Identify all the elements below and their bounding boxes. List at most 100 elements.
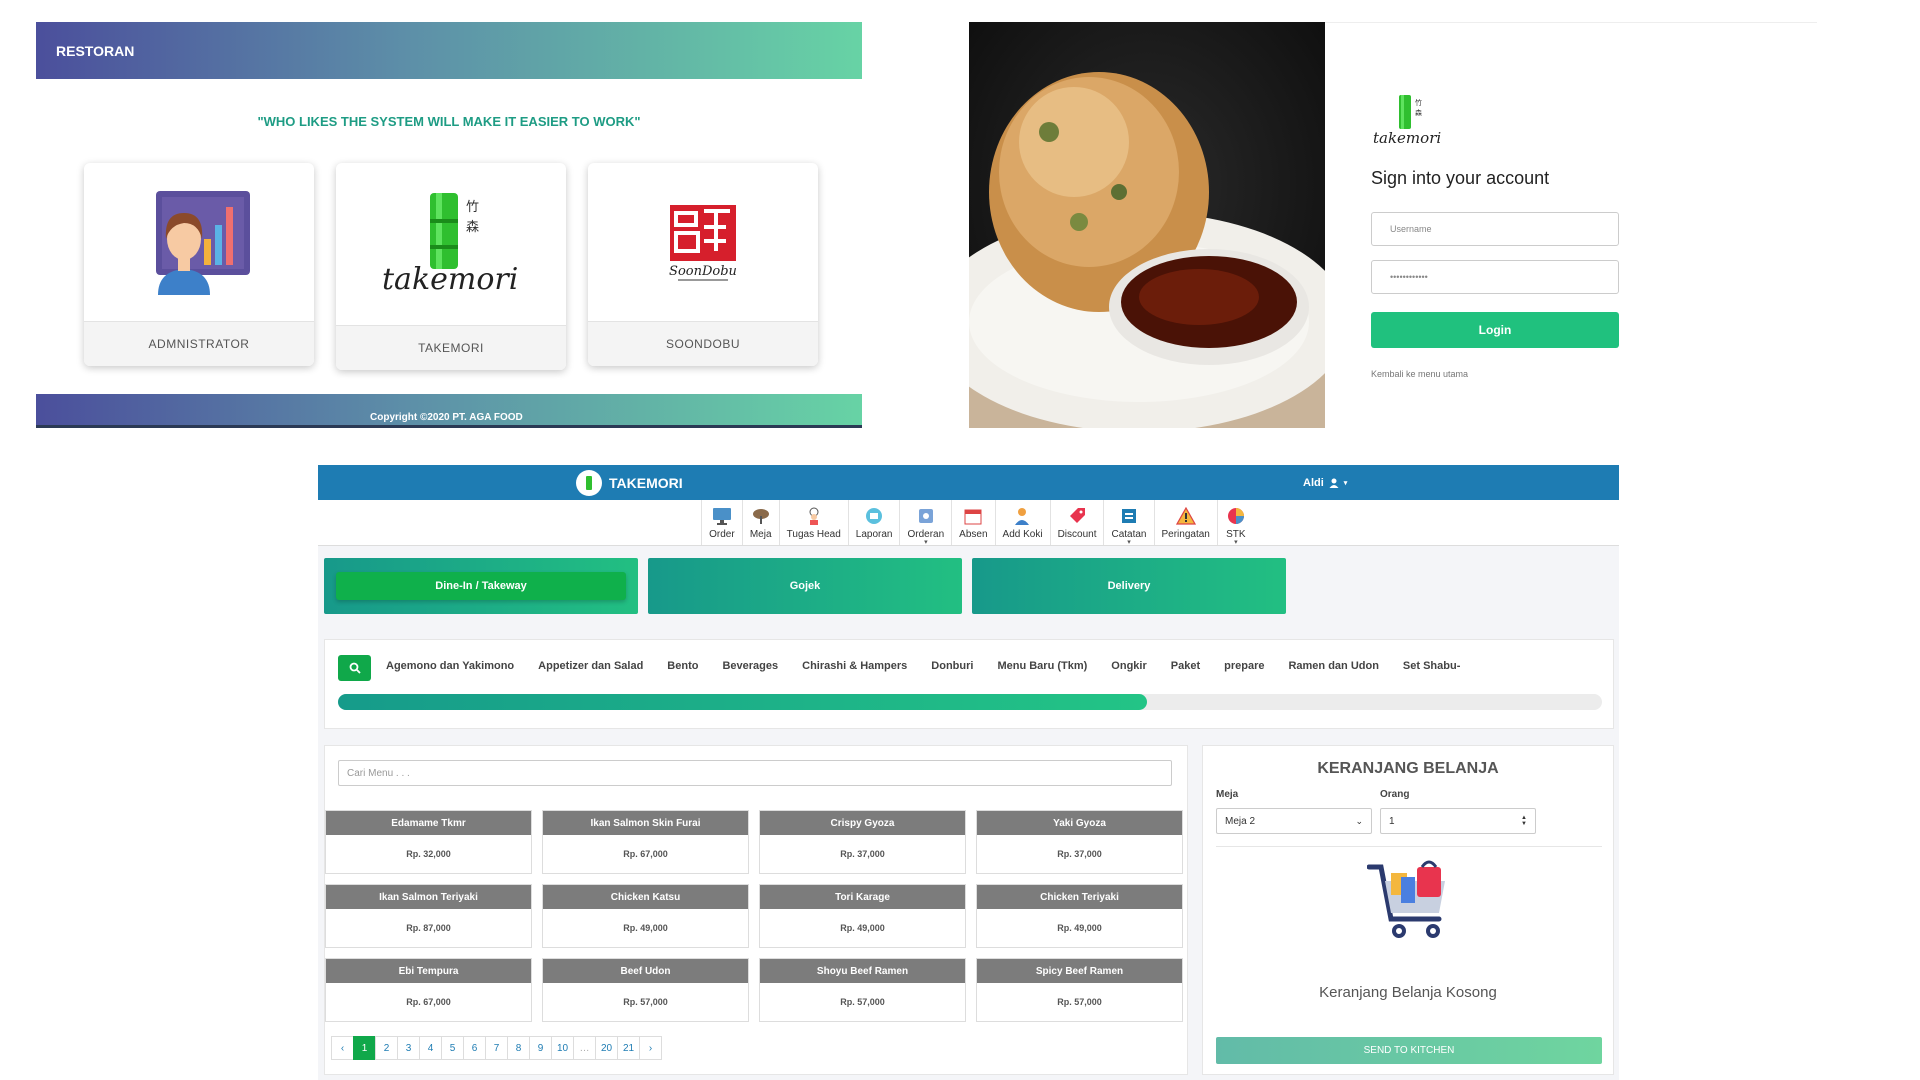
brand-logo-icon	[576, 469, 602, 496]
page-button[interactable]: 8	[507, 1036, 530, 1060]
orang-stepper[interactable]: 1 ▲ ▼	[1380, 808, 1536, 834]
nav-item-orderan[interactable]: Orderan ▾	[899, 500, 951, 546]
menu-item-card[interactable]: Beef Udon Rp. 57,000	[542, 958, 749, 1022]
pos-brand[interactable]: TAKEMORI	[576, 465, 683, 500]
category-tab[interactable]: prepare	[1224, 660, 1264, 672]
page-button[interactable]: 3	[397, 1036, 420, 1060]
menu-item-card[interactable]: Chicken Katsu Rp. 49,000	[542, 884, 749, 948]
page-button[interactable]: 20	[595, 1036, 618, 1060]
meja-label: Meja	[1216, 789, 1239, 800]
nav-item-peringatan[interactable]: Peringatan	[1153, 500, 1217, 545]
page-button[interactable]: 7	[485, 1036, 508, 1060]
category-tab[interactable]: Agemono dan Yakimono	[386, 660, 514, 672]
page-button[interactable]: 1	[353, 1036, 376, 1060]
table-icon	[750, 506, 772, 526]
username-placeholder: Username	[1390, 224, 1432, 234]
page-button[interactable]: 10	[551, 1036, 574, 1060]
svg-text:森: 森	[1415, 108, 1422, 117]
chevron-down-icon: ⌄	[1355, 815, 1363, 826]
username-input[interactable]: Username	[1371, 212, 1619, 246]
category-tab[interactable]: Bento	[667, 660, 698, 672]
nav-item-label: Tugas Head	[786, 529, 841, 540]
category-tab[interactable]: Paket	[1171, 660, 1200, 672]
login-button[interactable]: Login	[1371, 312, 1619, 348]
back-to-main-link[interactable]: Kembali ke menu utama	[1371, 369, 1468, 379]
stepper-arrows-icon[interactable]: ▲ ▼	[1521, 815, 1527, 827]
page-button[interactable]: 21	[617, 1036, 640, 1060]
page-button[interactable]: 9	[529, 1036, 552, 1060]
password-input[interactable]: ••••••••••••	[1371, 260, 1619, 294]
nav-item-catatan[interactable]: Catatan ▾	[1103, 500, 1153, 546]
nav-item-label: Laporan	[855, 529, 893, 540]
prev-page-button[interactable]: ‹	[331, 1036, 354, 1060]
chevron-down-icon: ▾	[1343, 479, 1348, 487]
add-user-icon	[1012, 506, 1034, 526]
menu-item-card[interactable]: Crispy Gyoza Rp. 37,000	[759, 810, 966, 874]
nav-item-absen[interactable]: Absen	[951, 500, 994, 545]
restoran-header-title: RESTORAN	[56, 42, 135, 59]
category-tab[interactable]: Ongkir	[1111, 660, 1146, 672]
menu-item-price: Rp. 87,000	[406, 923, 451, 933]
nav-item-stk[interactable]: STK ▾	[1216, 500, 1254, 546]
category-tab[interactable]: Chirashi & Hampers	[802, 660, 907, 672]
admin-card[interactable]: ADMNISTRATOR	[84, 163, 314, 366]
user-menu[interactable]: Aldi ▾	[1303, 465, 1347, 500]
cart-title: KERANJANG BELANJA	[1317, 760, 1499, 777]
category-search-button[interactable]	[338, 655, 371, 681]
page-button[interactable]: 6	[463, 1036, 486, 1060]
menu-item-card[interactable]: Ebi Tempura Rp. 67,000	[325, 958, 532, 1022]
restoran-header: RESTORAN	[36, 22, 862, 79]
category-scrollbar-thumb[interactable]	[338, 694, 1147, 710]
mode-dine-in-button[interactable]: Dine-In / Takeway	[324, 558, 638, 614]
nav-item-tugas-head[interactable]: Tugas Head	[778, 500, 848, 545]
warning-icon	[1175, 506, 1197, 526]
page-button[interactable]: 5	[441, 1036, 464, 1060]
menu-search-input[interactable]: Cari Menu . . .	[338, 760, 1172, 786]
nav-item-meja[interactable]: Meja	[741, 500, 779, 545]
nav-item-label: Discount	[1057, 529, 1097, 540]
takemori-card[interactable]: 竹 森 takemori TAKEMORI	[336, 163, 566, 370]
mode-gojek-button[interactable]: Gojek	[648, 558, 962, 614]
next-page-button[interactable]: ›	[639, 1036, 662, 1060]
mode-delivery-label: Delivery	[1107, 580, 1151, 592]
menu-item-card[interactable]: Ikan Salmon Skin Furai Rp. 67,000	[542, 810, 749, 874]
orders-icon	[915, 506, 937, 526]
mode-dine-in-label: Dine-In / Takeway	[435, 580, 527, 592]
category-tab[interactable]: Set Shabu-	[1403, 660, 1460, 672]
mode-delivery-button[interactable]: Delivery	[972, 558, 1286, 614]
menu-item-card[interactable]: Shoyu Beef Ramen Rp. 57,000	[759, 958, 966, 1022]
category-tab[interactable]: Donburi	[931, 660, 973, 672]
nav-item-label: Order	[709, 529, 735, 540]
menu-item-card[interactable]: Spicy Beef Ramen Rp. 57,000	[976, 958, 1183, 1022]
category-tab[interactable]: Menu Baru (Tkm)	[997, 660, 1087, 672]
menu-item-price: Rp. 57,000	[1057, 997, 1102, 1007]
category-tab[interactable]: Ramen dan Udon	[1288, 660, 1378, 672]
category-tab[interactable]: Beverages	[722, 660, 778, 672]
menu-item-card[interactable]: Tori Karage Rp. 49,000	[759, 884, 966, 948]
menu-item-card[interactable]: Ikan Salmon Teriyaki Rp. 87,000	[325, 884, 532, 948]
menu-item-card[interactable]: Yaki Gyoza Rp. 37,000	[976, 810, 1183, 874]
empty-cart-icon	[1366, 857, 1451, 952]
nav-item-order[interactable]: Order	[701, 500, 742, 545]
nav-item-add-koki[interactable]: Add Koki	[994, 500, 1050, 545]
send-to-kitchen-button[interactable]: SEND TO KITCHEN	[1216, 1037, 1602, 1064]
nav-item-label: Peringatan	[1161, 529, 1210, 540]
category-scrollbar[interactable]	[338, 694, 1602, 710]
category-tab[interactable]: Appetizer dan Salad	[538, 660, 643, 672]
category-tabs: Agemono dan Yakimono Appetizer dan Salad B…	[386, 660, 1606, 672]
calendar-icon	[962, 506, 984, 526]
nav-item-laporan[interactable]: Laporan	[847, 500, 900, 545]
admin-card-label: ADMNISTRATOR	[84, 321, 314, 366]
takemori-logo: 竹 森 takemori	[336, 163, 566, 325]
menu-item-card[interactable]: Edamame Tkmr Rp. 32,000	[325, 810, 532, 874]
soondobu-card[interactable]: SoonDobu SOONDOBU	[588, 163, 818, 366]
menu-item-price: Rp. 67,000	[623, 849, 668, 859]
nav-item-label: Meja	[749, 529, 772, 540]
menu-item-card[interactable]: Chicken Teriyaki Rp. 49,000	[976, 884, 1183, 948]
restoran-tagline: "WHO LIKES THE SYSTEM WILL MAKE IT EASIE…	[257, 114, 641, 129]
takemori-logo-text: takemori	[382, 262, 518, 297]
nav-item-discount[interactable]: Discount	[1049, 500, 1104, 545]
page-button[interactable]: 2	[375, 1036, 398, 1060]
meja-select[interactable]: Meja 2 ⌄	[1216, 808, 1372, 834]
page-button[interactable]: 4	[419, 1036, 442, 1060]
